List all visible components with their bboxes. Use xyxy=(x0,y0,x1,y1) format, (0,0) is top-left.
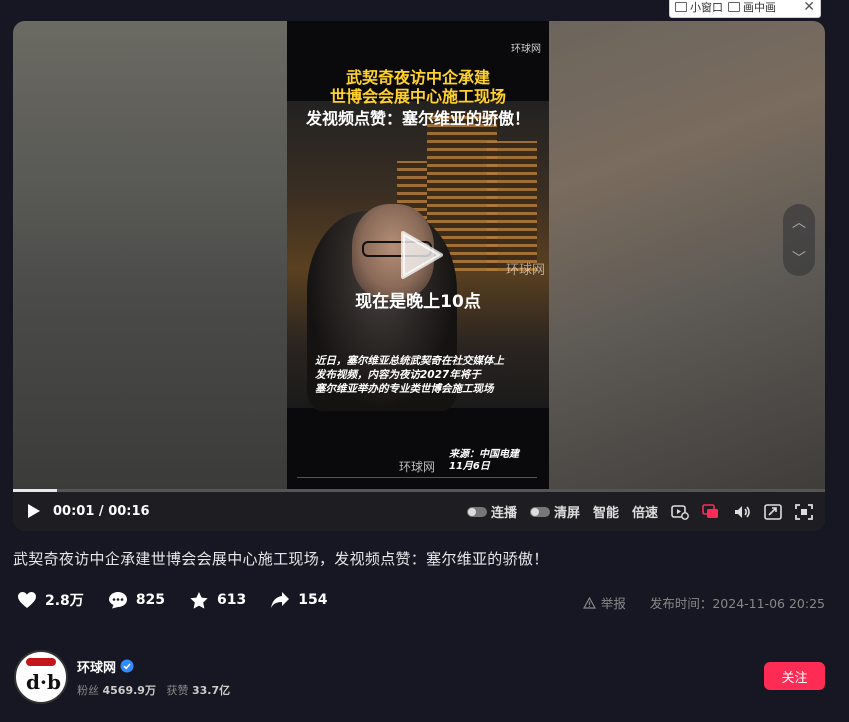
progress-bar[interactable] xyxy=(13,489,825,492)
comment-count: 825 xyxy=(135,592,166,608)
share-button[interactable]: 154 xyxy=(270,591,328,609)
fans-count: 4569.9万 xyxy=(102,683,156,697)
publish-value: 2024-11-06 20:25 xyxy=(712,596,825,611)
watermark-top: 环球网 xyxy=(511,44,541,55)
blurred-background-left xyxy=(13,21,287,489)
close-icon[interactable]: ✕ xyxy=(803,0,815,14)
play-icon[interactable] xyxy=(27,503,41,519)
auto-play-icon[interactable] xyxy=(671,504,689,520)
speed-button[interactable]: 倍速 xyxy=(632,502,658,521)
follow-button[interactable]: 关注 xyxy=(764,662,825,690)
play-overlay-icon[interactable] xyxy=(399,231,443,279)
toggle-icon xyxy=(529,506,550,517)
small-window-button[interactable]: 小窗口 xyxy=(675,0,723,15)
small-window-label: 小窗口 xyxy=(690,1,723,14)
chevron-up-icon[interactable]: ︿ xyxy=(792,212,806,232)
like-count: 2.8万 xyxy=(45,593,84,609)
video-headline: 武契奇夜访中企承建 世博会会展中心施工现场 xyxy=(329,68,506,106)
divider xyxy=(297,477,537,478)
favorite-count: 613 xyxy=(217,592,247,608)
video-headline-white: 发视频点赞：塞尔维亚的骄傲！ xyxy=(305,109,530,128)
control-bar: 00:01 / 00:16 连播 清屏 智能 倍速 xyxy=(13,489,825,531)
mini-player-bar: 小窗口 画中画 ✕ xyxy=(669,0,821,18)
video-source: 来源：中国电建 11月6日 xyxy=(449,449,519,472)
pip-label: 画中画 xyxy=(743,1,776,14)
side-navigation: ︿ ﹀ xyxy=(783,204,815,276)
heart-icon xyxy=(18,592,36,608)
video-description: 近日，塞尔维亚总统武契奇在社交媒体上 发布视频，内容为夜访2027年将于 塞尔维… xyxy=(315,355,504,395)
star-icon xyxy=(190,591,208,609)
fullscreen-icon[interactable] xyxy=(795,503,813,520)
author-section: d·b 环球网 粉丝 4569.9万 获赞 33.7亿 xyxy=(14,650,230,704)
likes-label: 获赞 xyxy=(166,683,189,697)
time-display: 00:01 / 00:16 xyxy=(53,504,150,519)
danmaku-icon[interactable] xyxy=(702,503,720,520)
share-icon xyxy=(271,592,290,608)
chevron-down-icon[interactable]: ﹀ xyxy=(792,248,806,268)
pip-button[interactable]: 画中画 xyxy=(728,0,776,15)
warning-icon xyxy=(582,596,596,609)
fans-label: 粉丝 xyxy=(77,683,99,697)
publish-time: 发布时间：2024-11-06 20:25 xyxy=(650,593,825,612)
video-subtitle: 现在是晚上10点 xyxy=(355,292,481,312)
author-name-row[interactable]: 环球网 xyxy=(77,657,230,676)
time-separator: / xyxy=(98,503,104,519)
clear-screen-toggle[interactable]: 清屏 xyxy=(529,502,580,521)
web-fullscreen-icon[interactable] xyxy=(764,503,782,520)
current-time: 00:01 xyxy=(53,503,95,519)
toggle-icon xyxy=(466,506,487,517)
continuous-play-label: 连播 xyxy=(490,506,517,521)
author-name: 环球网 xyxy=(77,660,117,676)
watermark-mid: 环球网 xyxy=(505,263,545,278)
comment-button[interactable]: 825 xyxy=(108,591,165,609)
report-label: 举报 xyxy=(600,596,626,611)
video-title: 武契奇夜访中企承建世博会会展中心施工现场，发视频点赞：塞尔维亚的骄傲！ xyxy=(13,550,549,568)
progress-fill xyxy=(13,489,57,492)
pip-icon xyxy=(728,2,740,12)
volume-icon[interactable] xyxy=(733,504,751,520)
duration: 00:16 xyxy=(108,503,150,519)
total-likes-count: 33.7亿 xyxy=(191,683,231,697)
clear-screen-label: 清屏 xyxy=(553,506,580,521)
verified-icon xyxy=(120,659,134,673)
bottom-watermark: 环球网 xyxy=(399,460,436,474)
monitor-icon xyxy=(675,2,687,12)
publish-label: 发布时间： xyxy=(649,596,713,611)
smart-button[interactable]: 智能 xyxy=(593,502,619,521)
share-count: 154 xyxy=(298,592,328,608)
avatar[interactable]: d·b xyxy=(14,650,68,704)
video-player[interactable]: 环球网 武契奇夜访中企承建 世博会会展中心施工现场 发视频点赞：塞尔维亚的骄傲！… xyxy=(13,21,825,531)
like-button[interactable]: 2.8万 xyxy=(17,590,84,610)
video-meta: 举报 发布时间：2024-11-06 20:25 xyxy=(582,593,825,612)
comment-icon xyxy=(108,592,127,609)
stats-bar: 2.8万 825 613 154 xyxy=(17,590,352,610)
continuous-play-toggle[interactable]: 连播 xyxy=(466,502,517,521)
report-button[interactable]: 举报 xyxy=(582,593,626,612)
favorite-button[interactable]: 613 xyxy=(189,591,246,610)
author-stats: 粉丝 4569.9万 获赞 33.7亿 xyxy=(77,682,230,698)
